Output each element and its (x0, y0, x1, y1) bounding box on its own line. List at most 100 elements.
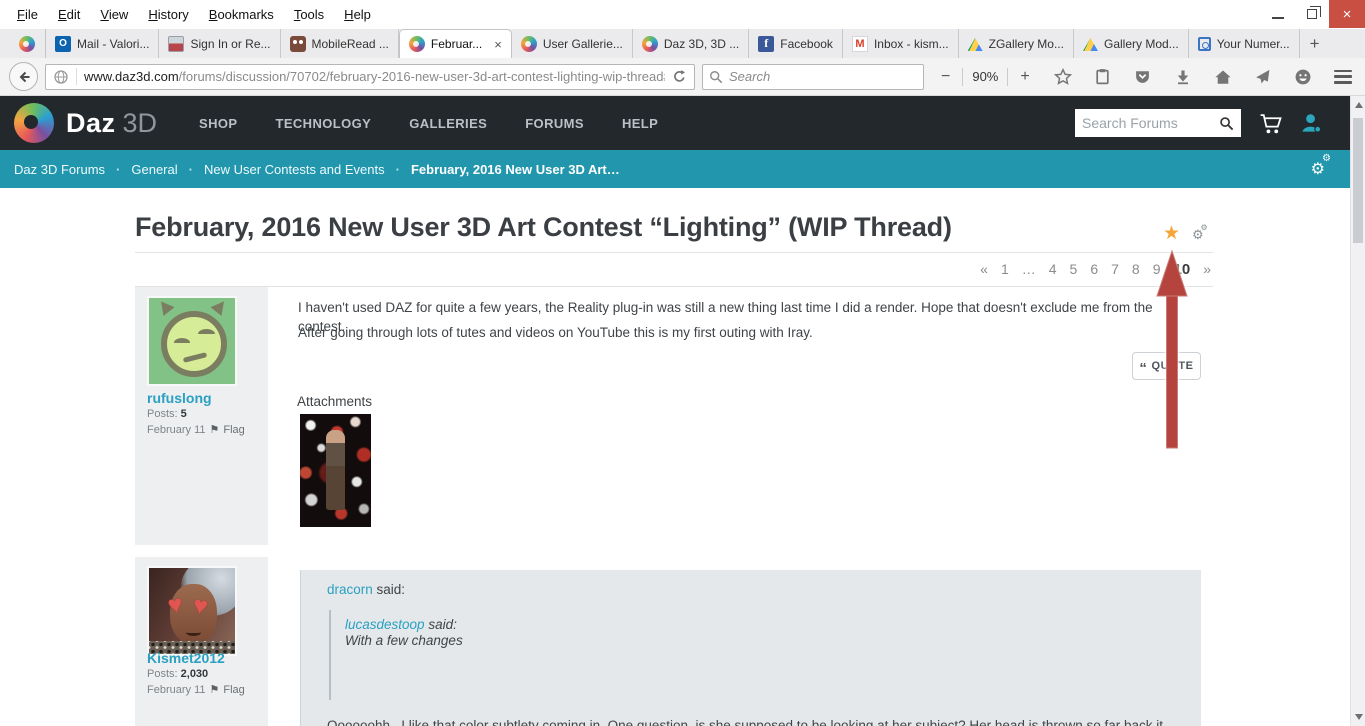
facebook-icon (758, 35, 775, 52)
pinned-tab[interactable] (8, 29, 46, 58)
restore-icon (1307, 6, 1321, 19)
nav-shop[interactable]: SHOP (199, 116, 237, 131)
scrollbar-thumb[interactable] (1353, 118, 1363, 243)
page-4[interactable]: 4 (1049, 261, 1057, 277)
nested-quoted-author-link[interactable]: lucasdestoop (345, 617, 425, 632)
page-1[interactable]: 1 (1001, 261, 1009, 277)
flag-link[interactable]: Flag (223, 684, 244, 696)
restore-button[interactable] (1295, 0, 1329, 28)
tab-user-galleries[interactable]: User Gallerie... (512, 29, 633, 58)
page-5[interactable]: 5 (1070, 261, 1078, 277)
numerology-site-icon (1197, 37, 1211, 51)
breadcrumb-forums[interactable]: Daz 3D Forums (14, 162, 105, 177)
cart-icon[interactable] (1257, 111, 1284, 136)
tab-mobileread[interactable]: MobileRead ... (281, 29, 399, 58)
nav-forums[interactable]: FORUMS (525, 116, 584, 131)
downloads-button[interactable] (1173, 67, 1193, 87)
browser-search-box[interactable] (702, 63, 924, 90)
menu-bookmarks[interactable]: Bookmarks (200, 3, 283, 26)
attachment-thumbnail[interactable] (300, 414, 371, 527)
search-icon[interactable] (1219, 116, 1234, 131)
avatar[interactable]: ♥ ♥ (147, 566, 237, 656)
share-button[interactable] (1253, 67, 1273, 87)
tab-label: Mail - Valori... (77, 36, 150, 51)
menu-file[interactable]: File (8, 3, 47, 26)
back-button[interactable] (9, 62, 38, 91)
tab-facebook[interactable]: Facebook (749, 29, 843, 58)
download-arrow-icon (1177, 70, 1188, 84)
account-icon[interactable] (1300, 111, 1323, 135)
site-logo-text[interactable]: Daz (66, 108, 116, 139)
post-body: I haven't used DAZ for quite a few years… (268, 287, 1213, 545)
page-next[interactable]: » (1203, 261, 1211, 277)
daz-logo-icon[interactable] (14, 103, 54, 143)
url-path: /forums/discussion/70702/february-2016-n… (178, 69, 665, 84)
post-date[interactable]: February 11 (147, 424, 206, 436)
quoted-author-link[interactable]: dracorn (327, 582, 373, 597)
tab-your-numer[interactable]: Your Numer... (1189, 29, 1300, 58)
home-button[interactable] (1213, 67, 1233, 87)
forum-options-gears-icon[interactable]: ⚙ ⚙ (1311, 153, 1331, 179)
tab-label: User Gallerie... (542, 36, 623, 51)
page-prev[interactable]: « (980, 261, 988, 277)
close-button[interactable]: × (1329, 0, 1365, 28)
navigation-toolbar: www.daz3d.com/forums/discussion/70702/fe… (0, 58, 1365, 96)
forum-search-input[interactable] (1082, 115, 1219, 131)
forum-search-box[interactable] (1075, 109, 1241, 137)
nav-help[interactable]: HELP (622, 116, 658, 131)
breadcrumb-general[interactable]: General (131, 162, 177, 177)
page-8[interactable]: 8 (1132, 261, 1140, 277)
page-7[interactable]: 7 (1111, 261, 1119, 277)
tab-daz3d[interactable]: Daz 3D, 3D ... (633, 29, 750, 58)
nav-galleries[interactable]: GALLERIES (409, 116, 487, 131)
breadcrumb-contests[interactable]: New User Contests and Events (204, 162, 385, 177)
scrollbar[interactable] (1350, 96, 1365, 726)
tab-sign-in[interactable]: Sign In or Re... (159, 29, 281, 58)
author-link[interactable]: rufuslong (147, 390, 212, 406)
browser-search-input[interactable] (729, 69, 917, 84)
scroll-up-icon[interactable] (1354, 102, 1363, 108)
avatar[interactable] (147, 296, 237, 386)
thread-title: February, 2016 New User 3D Art Contest “… (135, 212, 952, 242)
menu-history[interactable]: History (139, 3, 197, 26)
site-logo-3d[interactable]: 3D (123, 108, 158, 139)
new-tab-button[interactable]: + (1300, 29, 1330, 58)
zoom-in-button[interactable]: + (1017, 68, 1032, 86)
reload-icon[interactable] (672, 69, 687, 84)
menu-edit[interactable]: Edit (49, 3, 89, 26)
zoom-level[interactable]: 90% (972, 69, 998, 84)
tab-february-active[interactable]: Februar... × (398, 29, 512, 58)
tab-mail[interactable]: Mail - Valori... (46, 29, 160, 58)
menu-tools[interactable]: Tools (285, 3, 333, 26)
url-text[interactable]: www.daz3d.com/forums/discussion/70702/fe… (84, 69, 665, 84)
author-link[interactable]: Kismet2012 (147, 650, 225, 666)
bookmarks-menu-button[interactable] (1093, 67, 1113, 87)
tab-close-icon[interactable]: × (494, 37, 502, 52)
quote-mark-icon: “ (1139, 359, 1148, 377)
back-arrow-icon (19, 71, 29, 82)
nav-technology[interactable]: TECHNOLOGY (275, 116, 371, 131)
zoom-out-button[interactable]: − (938, 68, 953, 86)
menu-help[interactable]: Help (335, 3, 380, 26)
minimize-button[interactable] (1261, 0, 1295, 28)
tab-gallery-mod[interactable]: Gallery Mod... (1074, 29, 1189, 58)
page-6[interactable]: 6 (1090, 261, 1098, 277)
post-date[interactable]: February 11 (147, 684, 206, 696)
url-bar[interactable]: www.daz3d.com/forums/discussion/70702/fe… (45, 63, 695, 90)
paper-plane-icon (1256, 69, 1270, 84)
bookmark-star-button[interactable] (1053, 67, 1073, 87)
thread-options-gear-icon[interactable]: ⚙ ⚙ (1192, 223, 1208, 243)
tab-inbox[interactable]: Inbox - kism... (843, 29, 959, 58)
post-count: Posts: 2,030 (147, 668, 209, 680)
bookmark-thread-star-icon[interactable]: ★ (1163, 222, 1180, 245)
menu-button[interactable] (1333, 67, 1353, 87)
minimize-icon (1272, 17, 1284, 19)
post-body: dracorn said: lucasdestoop said: With a … (268, 557, 1213, 726)
hello-button[interactable] (1293, 67, 1313, 87)
flag-link[interactable]: Flag (223, 424, 244, 436)
menu-view[interactable]: View (91, 3, 137, 26)
pocket-button[interactable] (1133, 67, 1153, 87)
scroll-down-icon[interactable] (1354, 714, 1363, 720)
tab-label: Februar... (430, 37, 483, 51)
tab-zgallery[interactable]: ZGallery Mo... (959, 29, 1074, 58)
